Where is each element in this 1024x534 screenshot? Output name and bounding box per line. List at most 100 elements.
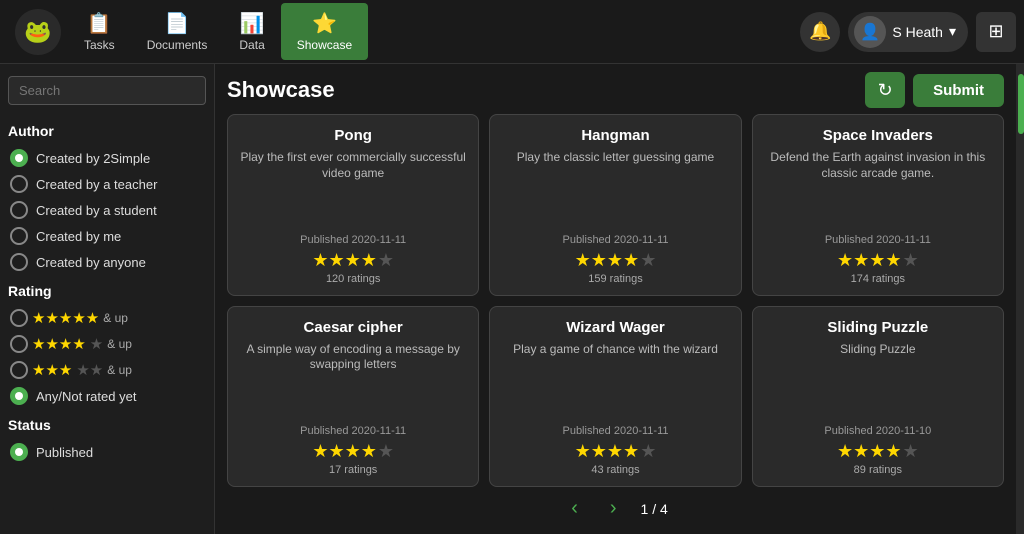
logo-area: 🐸 — [8, 9, 68, 55]
card-hangman-footer: Published 2020-11-11 ★★★★★ 159 ratings — [500, 234, 730, 285]
card-hangman-ratings: 159 ratings — [500, 273, 730, 285]
card-wizard-wager-date: Published 2020-11-11 — [500, 425, 730, 437]
card-space-invaders-title: Space Invaders — [823, 127, 933, 144]
filter-by-student[interactable]: Created by a student — [8, 197, 206, 223]
prev-page-button[interactable]: ‹ — [563, 495, 586, 522]
card-space-invaders-date: Published 2020-11-11 — [763, 234, 993, 246]
nav-item-tasks[interactable]: 📋 Tasks — [68, 3, 131, 60]
cards-grid: Pong Play the first ever commercially su… — [227, 114, 1004, 487]
card-space-invaders[interactable]: Space Invaders Defend the Earth against … — [752, 114, 1004, 296]
pagination: ‹ › 1 / 4 — [227, 487, 1004, 526]
card-caesar-cipher-date: Published 2020-11-11 — [238, 425, 468, 437]
stars-4-empty: ★ — [90, 335, 103, 353]
card-space-invaders-stars: ★★★★★ — [763, 250, 993, 271]
nav-right: 🔔 👤 S Heath ▾ ⊞ — [800, 12, 1016, 52]
search-input[interactable] — [8, 76, 206, 105]
chevron-down-icon: ▾ — [949, 23, 956, 40]
stars-5-filled: ★★★★★ — [32, 309, 99, 327]
cards-wrapper: Pong Play the first ever commercially su… — [227, 114, 1004, 487]
filter-by-student-label: Created by a student — [36, 203, 157, 218]
filter-by-2simple[interactable]: Created by 2Simple — [8, 145, 206, 171]
page-info: 1 / 4 — [641, 501, 668, 517]
radio-by-2simple — [10, 149, 28, 167]
tasks-icon: 📋 — [87, 11, 112, 36]
nav-item-data[interactable]: 📊 Data — [223, 3, 280, 60]
data-icon: 📊 — [240, 11, 265, 36]
card-wizard-wager[interactable]: Wizard Wager Play a game of chance with … — [489, 306, 741, 488]
header-right: ↻ Submit — [865, 72, 1004, 108]
card-sliding-puzzle-footer: Published 2020-11-10 ★★★★★ 89 ratings — [763, 425, 993, 476]
status-section-title: Status — [8, 417, 206, 433]
rating-4star[interactable]: ★★★★★ & up — [8, 331, 206, 357]
card-sliding-puzzle[interactable]: Sliding Puzzle Sliding Puzzle Published … — [752, 306, 1004, 488]
nav-item-documents[interactable]: 📄 Documents — [131, 3, 224, 60]
nav-item-showcase[interactable]: ⭐ Showcase — [281, 3, 368, 60]
card-pong-title: Pong — [334, 127, 372, 144]
card-space-invaders-footer: Published 2020-11-11 ★★★★★ 174 ratings — [763, 234, 993, 285]
card-wizard-wager-title: Wizard Wager — [566, 319, 665, 336]
filter-any-rating[interactable]: Any/Not rated yet — [8, 383, 206, 409]
content-area: Showcase ↻ Submit Pong Play the first ev… — [215, 64, 1016, 534]
card-pong-footer: Published 2020-11-11 ★★★★★ 120 ratings — [238, 234, 468, 285]
stars-4-filled: ★★★★ — [32, 335, 86, 353]
author-section-title: Author — [8, 123, 206, 139]
current-page: 1 — [641, 501, 649, 517]
rating-5-up-label: & up — [103, 311, 128, 325]
documents-label: Documents — [147, 38, 208, 52]
published-label: Published — [36, 445, 93, 460]
grid-menu-button[interactable]: ⊞ — [976, 12, 1016, 52]
user-menu-button[interactable]: 👤 S Heath ▾ — [848, 12, 968, 52]
radio-by-student — [10, 201, 28, 219]
card-hangman-desc: Play the classic letter guessing game — [517, 150, 714, 226]
card-caesar-cipher[interactable]: Caesar cipher A simple way of encoding a… — [227, 306, 479, 488]
rating-5star[interactable]: ★★★★★ & up — [8, 305, 206, 331]
filter-by-anyone[interactable]: Created by anyone — [8, 249, 206, 275]
card-wizard-wager-desc: Play a game of chance with the wizard — [513, 342, 718, 418]
right-scrollbar-thumb — [1018, 74, 1024, 134]
card-wizard-wager-footer: Published 2020-11-11 ★★★★★ 43 ratings — [500, 425, 730, 476]
card-wizard-wager-ratings: 43 ratings — [500, 464, 730, 476]
filter-published[interactable]: Published — [8, 439, 206, 465]
card-caesar-cipher-ratings: 17 ratings — [238, 464, 468, 476]
radio-by-teacher — [10, 175, 28, 193]
filter-by-me[interactable]: Created by me — [8, 223, 206, 249]
filter-by-me-label: Created by me — [36, 229, 121, 244]
radio-by-anyone — [10, 253, 28, 271]
card-hangman-stars: ★★★★★ — [500, 250, 730, 271]
data-label: Data — [239, 38, 264, 52]
main-area: Author Created by 2Simple Created by a t… — [0, 64, 1024, 534]
rating-3-up-label: & up — [107, 363, 132, 377]
radio-by-me — [10, 227, 28, 245]
grid-icon: ⊞ — [988, 21, 1003, 42]
right-scrollbar[interactable] — [1016, 64, 1024, 534]
user-icon: 👤 — [860, 22, 880, 42]
notifications-icon: 🔔 — [809, 21, 831, 42]
sidebar: Author Created by 2Simple Created by a t… — [0, 64, 215, 534]
filter-by-2simple-label: Created by 2Simple — [36, 151, 150, 166]
total-pages: 4 — [660, 501, 668, 517]
rating-3star[interactable]: ★★★★★ & up — [8, 357, 206, 383]
card-hangman-title: Hangman — [581, 127, 649, 144]
rating-section-title: Rating — [8, 283, 206, 299]
showcase-label: Showcase — [297, 38, 352, 52]
avatar: 👤 — [854, 16, 886, 48]
notifications-button[interactable]: 🔔 — [800, 12, 840, 52]
filter-by-teacher[interactable]: Created by a teacher — [8, 171, 206, 197]
refresh-icon: ↻ — [878, 80, 893, 101]
card-pong-ratings: 120 ratings — [238, 273, 468, 285]
rating-4-up-label: & up — [107, 337, 132, 351]
radio-published — [10, 443, 28, 461]
refresh-button[interactable]: ↻ — [865, 72, 905, 108]
filter-by-teacher-label: Created by a teacher — [36, 177, 157, 192]
card-sliding-puzzle-date: Published 2020-11-10 — [763, 425, 993, 437]
tasks-label: Tasks — [84, 38, 115, 52]
card-space-invaders-ratings: 174 ratings — [763, 273, 993, 285]
submit-button[interactable]: Submit — [913, 74, 1004, 107]
card-pong[interactable]: Pong Play the first ever commercially su… — [227, 114, 479, 296]
any-rating-label: Any/Not rated yet — [36, 389, 136, 404]
filter-by-anyone-label: Created by anyone — [36, 255, 146, 270]
radio-any-rating — [10, 387, 28, 405]
card-hangman[interactable]: Hangman Play the classic letter guessing… — [489, 114, 741, 296]
next-page-button[interactable]: › — [602, 495, 625, 522]
stars-3-empty: ★★ — [76, 361, 103, 379]
